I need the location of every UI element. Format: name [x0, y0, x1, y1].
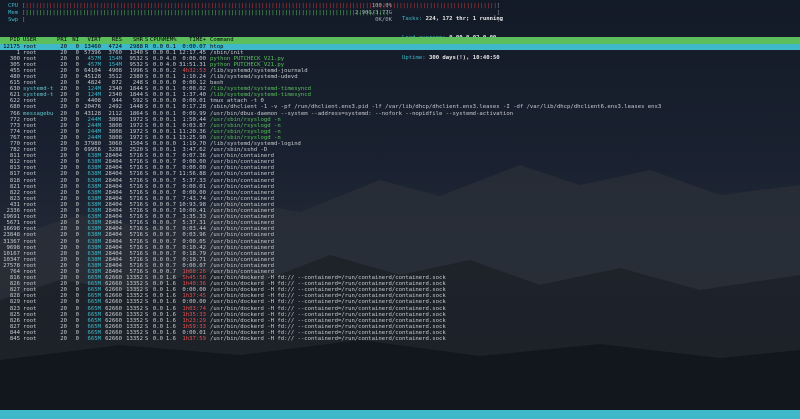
header-user[interactable]: USER: [20, 37, 57, 43]
meter-bar: [|||||||||||||||||||||||||||||||||||||||…: [22, 3, 501, 9]
terminal-window: CPU [||||||||||||||||||||||||||||||||||||…: [0, 0, 800, 419]
header-pid[interactable]: PID: [0, 37, 20, 43]
meter-bar: [|||||||||||||||||||||||||||||||||||||||…: [22, 9, 501, 16]
cell-shr: 13352: [126, 336, 143, 342]
header-pri[interactable]: PRI: [57, 37, 67, 43]
cell-mem: 1.6: [165, 336, 176, 342]
cell-user: root: [23, 336, 37, 342]
meter-bar: [ ]: [22, 16, 501, 23]
cell-pri: 20: [60, 336, 67, 342]
header-virt[interactable]: VIRT: [79, 37, 101, 43]
header-cpu[interactable]: CPU%: [150, 37, 163, 43]
function-key-bar: F1HelpF2SetupF3SearchF4FilterF5TreeF6Sor…: [0, 410, 800, 419]
header-res[interactable]: RES: [101, 37, 122, 43]
cell-cpu: 0.0: [152, 336, 163, 342]
cell-time: 1h37:59: [182, 336, 206, 342]
header-shr[interactable]: SHR: [122, 37, 143, 43]
meter-fill: ||||||||||||||||||||||||||||||||||||||||…: [25, 9, 390, 16]
cell-virt: 665M: [87, 336, 101, 342]
meter-value: 0K/0K: [375, 16, 392, 23]
cell-cmd: /usr/bin/dockerd -H fd:// --containerd=/…: [210, 336, 446, 342]
meter-label: Swp: [8, 16, 19, 23]
meter-value: 100.0%: [371, 3, 392, 9]
meter-panel: CPU [||||||||||||||||||||||||||||||||||||…: [4, 3, 501, 24]
meter-value: 2.90G/3.77G: [354, 9, 392, 16]
meter-label: CPU: [8, 3, 19, 9]
process-list[interactable]: 12175 root 20 0 13460 4724 2988 R 0.0 0.1 0:00.07 h…: [0, 43, 800, 343]
cell-res: 62660: [105, 336, 122, 342]
meter-cpu: CPU [||||||||||||||||||||||||||||||||||||…: [4, 3, 501, 10]
cell-pid: 845: [9, 336, 20, 342]
header-time[interactable]: TIME+: [176, 37, 206, 43]
header-mem[interactable]: MEM%: [163, 37, 176, 43]
meter-mem: Mem [||||||||||||||||||||||||||||||||||||…: [4, 9, 501, 17]
meter-swp: Swp[ ] 0K/0K: [4, 16, 501, 24]
tasks-label: Tasks:: [402, 15, 423, 22]
meter-label: Mem: [8, 9, 19, 16]
header-ni[interactable]: NI: [67, 37, 79, 43]
tasks-value: 224, 172 thr; 1 running: [425, 15, 504, 22]
cell-s: S: [144, 336, 149, 342]
process-row[interactable]: 845 root 20 0 665M 62660 13352 S 0.0 1.6 1h37:59/u…: [0, 336, 800, 342]
header-s[interactable]: S: [143, 37, 150, 43]
cell-ni: 0: [75, 336, 79, 342]
tasks-line: Tasks: 224, 172 thr; 1 running: [402, 16, 798, 23]
header-cmd[interactable]: Command: [206, 37, 234, 43]
